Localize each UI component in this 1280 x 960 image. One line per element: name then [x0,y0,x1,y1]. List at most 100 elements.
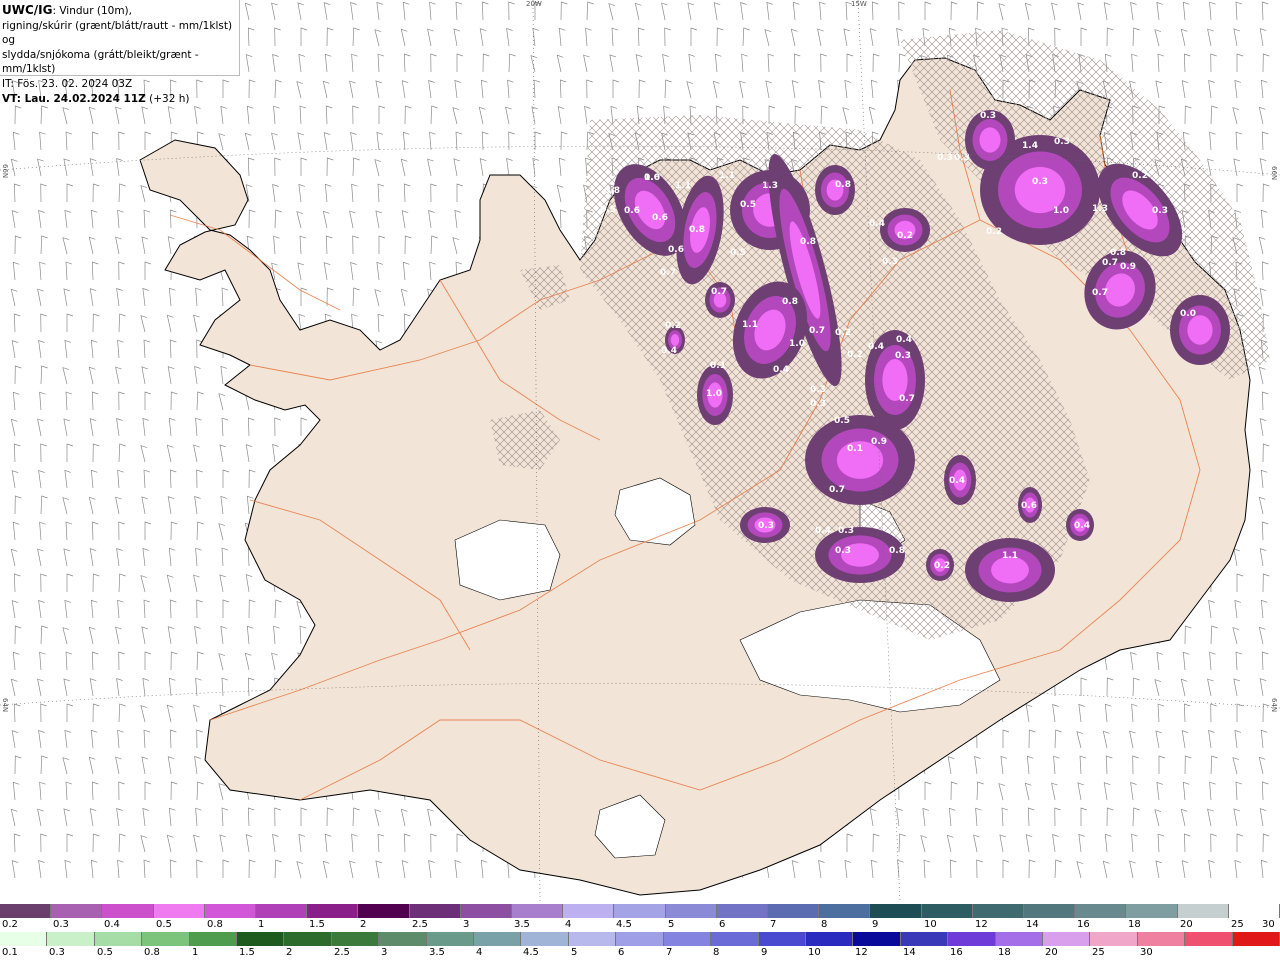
lon-label-15w: 15W [851,0,867,8]
scale-swatch [426,932,475,946]
scale-label: 18 [1128,919,1141,930]
precip-value-label: 1.0 [1053,206,1069,216]
snow-scale-labels: 0.2 0.3 0.4 0.5 0.8 1 1.5 2 2.5 3 3.5 4 4.5 5 6 7 8 9 10 12… [0,919,1280,931]
scale-swatch [409,904,461,918]
scale-label: 12 [975,919,988,930]
scale-swatch [1090,932,1138,946]
scale-swatch [284,932,332,946]
scale-swatch [1177,904,1229,918]
scale-label: 0.8 [207,919,223,930]
rain-scale-labels: 0.1 0.3 0.5 0.8 1 1.5 2 2.5 3 3.5 4 4.5 5 6 7 8 9 10 12 14 1… [0,947,1280,959]
scale-swatch [995,932,1043,946]
precip-value-label: 0.8 [835,180,851,190]
precip-value-label: 0.4 [815,526,831,536]
precip-value-label: 0.7 [1102,258,1118,268]
precip-value-label: 1.4 [1022,141,1038,151]
scale-label: 4.5 [523,947,539,958]
scale-label: 0.3 [53,919,69,930]
precip-value-label: 1.3 [762,181,778,191]
scale-swatch [568,932,617,946]
lat-label-left-66n: 66N [1,164,9,179]
scale-swatch [663,932,712,946]
precip-value-label: 1.0 [706,389,722,399]
precip-value-label: 0.5 [730,248,746,258]
scale-swatch [616,932,664,946]
scale-label: 3.5 [429,947,445,958]
precip-value-label: 0.4 [896,335,912,345]
scale-label: 7 [770,919,777,930]
precip-value-label: 1.1 [675,181,691,191]
scale-label: 20 [1180,919,1193,930]
scale-swatch [521,932,569,946]
precip-value-label: 0.5 [834,416,850,426]
title-line2: rigning/skúrir (grænt/blátt/rautt - mm/1… [2,19,233,47]
scale-swatch [331,932,380,946]
precip-value-label: 0.3 [758,521,774,531]
precip-value-label: 0.7 [1092,288,1108,298]
scale-label: 3 [463,919,470,930]
scale-swatch [379,932,427,946]
scale-swatch [47,932,95,946]
precip-blob [979,127,1001,153]
precip-value-label: 0.3 [895,351,911,361]
scale-swatch [870,904,922,918]
scale-swatch [1075,904,1127,918]
precip-blob [1187,315,1213,345]
scale-label: 25 [1231,919,1244,930]
precip-value-label: 0.2 [665,321,681,331]
title-line3: slydda/snjókoma (grátt/bleikt/grænt - mm… [2,48,199,76]
precip-value-label: 0.3 [810,399,826,409]
scale-swatch [307,904,359,918]
precip-value-label: 0.3 [835,546,851,556]
scale-label: 6 [719,919,726,930]
scale-label: 3.5 [514,919,530,930]
title-line1: : Vindur (10m), [52,5,132,17]
precip-blob [670,334,680,346]
precip-value-label: 0.8 [889,546,905,556]
scale-label: 8 [821,919,828,930]
scale-swatch [474,932,522,946]
scale-label: 20 [1045,947,1058,958]
scale-swatch [758,932,806,946]
precip-value-label: 0.8 [689,225,705,235]
scale-label: 2.5 [334,947,350,958]
scale-label: 10 [924,919,937,930]
scale-swatch [1024,904,1076,918]
lat-label-left-64n: 64N [1,698,9,713]
rain-color-scale [0,932,1280,946]
scale-label: 5 [571,947,578,958]
scale-label: 0.8 [144,947,160,958]
scale-label: 2 [360,919,367,930]
precip-value-label: 0.2 [847,350,863,360]
scale-swatch [0,932,48,946]
scale-swatch [1042,932,1091,946]
scale-swatch [51,904,103,918]
scale-swatch [716,904,769,918]
scale-swatch [972,904,1025,918]
scale-swatch [189,932,238,946]
scale-swatch [204,904,257,918]
scale-label: 4 [565,919,572,930]
scale-label: 10 [808,947,821,958]
precip-value-label: 0.8 [1110,248,1126,258]
scale-swatch [1185,932,1233,946]
scale-label: 5 [668,919,675,930]
precip-value-label: 0.4 [1074,521,1090,531]
precip-value-label: 1.3 [1092,204,1108,214]
precip-value-label: 0.7 [899,394,915,404]
precip-value-label: 1.1 [719,171,735,181]
scale-label: 12 [855,947,868,958]
scale-label: 18 [998,947,1011,958]
precip-value-label: 0.2 [897,231,913,241]
precip-value-label: 0.8 [782,297,798,307]
scale-label: 0.5 [156,919,172,930]
precip-value-label: 0.4 [773,365,789,375]
precip-value-label: 0.6 [652,213,668,223]
precip-value-label: 0.3 [838,526,854,536]
scale-label: 2 [286,947,293,958]
scale-swatch [1232,932,1280,946]
issue-time: IT: Fös. 23. 02. 2024 03Z [2,77,133,90]
precip-value-label: 0.8 [800,237,816,247]
precip-value-label: 0.4 [661,346,677,356]
forecast-map: 1.01.10.80.5 0.60.60.60.80.71.11.30.50.80… [0,0,1280,902]
